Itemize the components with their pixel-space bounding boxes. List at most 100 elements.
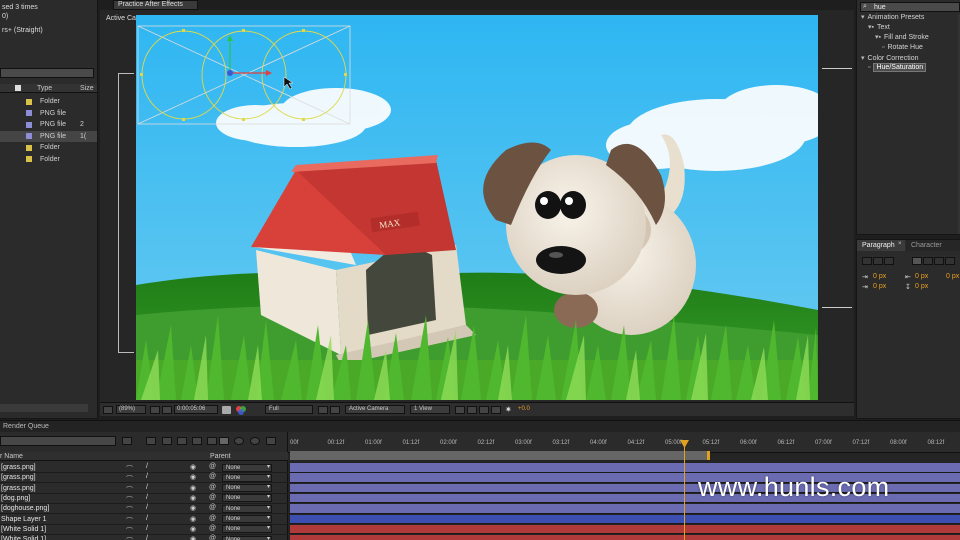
- align-left-button[interactable]: [862, 257, 872, 265]
- active-camera-dropdown[interactable]: Active Camera: [345, 405, 405, 414]
- layer-name[interactable]: Shape Layer 1: [1, 516, 47, 523]
- work-area-bar[interactable]: [290, 451, 708, 460]
- project-item[interactable]: PNG file: [0, 108, 97, 119]
- quality-switch-icon[interactable]: /: [146, 515, 148, 522]
- timeline-search-input[interactable]: [0, 436, 116, 446]
- parent-dropdown[interactable]: None: [222, 525, 272, 534]
- parent-pickwhip-icon[interactable]: @: [209, 473, 216, 480]
- column-header-parent[interactable]: Parent: [210, 453, 231, 460]
- project-item[interactable]: PNG file 2: [0, 119, 97, 130]
- visibility-toggle-icon[interactable]: ◉: [190, 535, 196, 540]
- playhead[interactable]: [684, 440, 685, 540]
- color-channels-icon[interactable]: [235, 405, 247, 415]
- viewer-tab[interactable]: Practice After Effects: [113, 0, 198, 10]
- resolution-dropdown[interactable]: Full: [265, 405, 313, 414]
- fast-preview-toggle[interactable]: [491, 406, 501, 414]
- space-before-value[interactable]: 0 px: [946, 273, 959, 280]
- layer-row[interactable]: [doghouse.png] ⌒ / ◉ @ None: [0, 504, 288, 515]
- parent-dropdown[interactable]: None: [222, 473, 272, 482]
- layer-name[interactable]: [White Solid 1]: [1, 526, 46, 533]
- column-header-layer-name[interactable]: r Name: [0, 453, 23, 460]
- project-search-input[interactable]: [0, 68, 94, 78]
- project-item[interactable]: Folder: [0, 96, 97, 107]
- quality-switch-icon[interactable]: /: [146, 535, 148, 540]
- indent-right-value[interactable]: 0 px: [915, 273, 928, 280]
- quality-switch-icon[interactable]: /: [146, 504, 148, 511]
- quality-switch-icon[interactable]: /: [146, 463, 148, 470]
- project-item[interactable]: PNG file 1(: [0, 130, 97, 142]
- effects-tree-item[interactable]: ▫ Rotate Hue: [882, 44, 923, 51]
- layer-duration-bar[interactable]: [290, 535, 960, 540]
- tab-character[interactable]: Character: [906, 240, 960, 251]
- comp-flowchart-button[interactable]: [479, 406, 489, 414]
- column-header-size[interactable]: Size: [80, 85, 94, 92]
- graph-editor-icon[interactable]: [207, 437, 217, 445]
- parent-pickwhip-icon[interactable]: @: [209, 535, 216, 540]
- visibility-toggle-icon[interactable]: ◉: [190, 473, 196, 481]
- layer-row[interactable]: [White Solid 1] ⌒ / ◉ @ None: [0, 535, 288, 540]
- exposure-icon[interactable]: ✷: [505, 405, 512, 414]
- justify-last-left-button[interactable]: [912, 257, 922, 265]
- fast-preview-button[interactable]: [330, 406, 340, 414]
- brainstorm-icon[interactable]: [219, 437, 229, 445]
- view-layout-dropdown[interactable]: 1 View: [410, 405, 450, 414]
- layer-duration-bar[interactable]: [290, 524, 960, 535]
- visibility-toggle-icon[interactable]: ◉: [190, 515, 196, 523]
- tab-paragraph[interactable]: Paragraph ×: [857, 240, 905, 251]
- indent-left-value[interactable]: 0 px: [873, 273, 886, 280]
- layer-row[interactable]: [grass.png] ⌒ / ◉ @ None: [0, 473, 288, 484]
- layer-row[interactable]: [dog.png] ⌒ / ◉ @ None: [0, 494, 288, 504]
- parent-dropdown[interactable]: None: [222, 535, 272, 540]
- clock-icon[interactable]: [234, 437, 244, 445]
- visibility-toggle-icon[interactable]: ◉: [190, 494, 196, 502]
- layer-name[interactable]: [grass.png]: [1, 474, 36, 481]
- parent-pickwhip-icon[interactable]: @: [209, 525, 216, 532]
- parent-pickwhip-icon[interactable]: @: [209, 504, 216, 511]
- effects-tree-item[interactable]: ▾▪ Text: [868, 23, 890, 31]
- visibility-toggle-icon[interactable]: ◉: [190, 484, 196, 492]
- parent-dropdown[interactable]: None: [222, 515, 272, 523]
- quality-switch-icon[interactable]: /: [146, 525, 148, 532]
- align-right-button[interactable]: [884, 257, 894, 265]
- project-scrollbar[interactable]: [0, 404, 88, 412]
- draft-3d-icon[interactable]: [146, 437, 156, 445]
- zoom-dropdown[interactable]: (89%): [116, 405, 146, 414]
- effects-tree-item[interactable]: ▫ Hue/Saturation: [868, 63, 927, 72]
- layer-row[interactable]: [grass.png] ⌒ / ◉ @ None: [0, 484, 288, 494]
- motion-blur-icon[interactable]: [192, 437, 202, 445]
- quality-switch-icon[interactable]: /: [146, 484, 148, 491]
- composition-viewer[interactable]: Active Camera MAX (89%) 0:00:05:06 Full …: [100, 10, 854, 416]
- parent-pickwhip-icon[interactable]: @: [209, 494, 216, 501]
- exposure-value[interactable]: +0.0: [518, 406, 530, 412]
- toggle-pixel-aspect-button[interactable]: [455, 406, 465, 414]
- camera-snapshot-icon[interactable]: [222, 406, 231, 414]
- align-center-button[interactable]: [873, 257, 883, 265]
- layer-name[interactable]: [dog.png]: [1, 495, 30, 502]
- visibility-toggle-icon[interactable]: ◉: [190, 463, 196, 471]
- timeline-button[interactable]: [467, 406, 477, 414]
- comp-mini-flowchart-icon[interactable]: [122, 437, 132, 445]
- layer-name[interactable]: [doghouse.png]: [1, 505, 49, 512]
- transparency-grid-button[interactable]: [318, 406, 328, 414]
- space-after-value[interactable]: 0 px: [915, 283, 928, 290]
- effects-tree-item[interactable]: ▾▪ Fill and Stroke: [875, 33, 929, 41]
- justify-last-center-button[interactable]: [923, 257, 933, 265]
- layer-name[interactable]: [grass.png]: [1, 464, 36, 471]
- parent-dropdown[interactable]: None: [222, 494, 272, 503]
- frame-blending-icon[interactable]: [177, 437, 187, 445]
- effects-tree-item[interactable]: ▾ Color Correction: [861, 54, 918, 62]
- layer-duration-bar[interactable]: [290, 504, 960, 514]
- parent-dropdown[interactable]: None: [222, 463, 272, 472]
- layer-name[interactable]: [White Solid 1]: [1, 536, 46, 540]
- shy-switch-icon[interactable]: ⌒: [126, 536, 133, 540]
- layer-row[interactable]: [grass.png] ⌒ / ◉ @ None: [0, 463, 288, 473]
- parent-dropdown[interactable]: None: [222, 504, 272, 513]
- guide-icon[interactable]: [266, 437, 276, 445]
- work-area-end-handle[interactable]: [707, 451, 710, 460]
- safe-zones-button[interactable]: [103, 406, 113, 414]
- justify-last-right-button[interactable]: [934, 257, 944, 265]
- region-of-interest-button[interactable]: [162, 406, 172, 414]
- effects-tree-item[interactable]: ▾ Animation Presets: [861, 13, 924, 21]
- parent-dropdown[interactable]: None: [222, 484, 272, 493]
- visibility-toggle-icon[interactable]: ◉: [190, 525, 196, 533]
